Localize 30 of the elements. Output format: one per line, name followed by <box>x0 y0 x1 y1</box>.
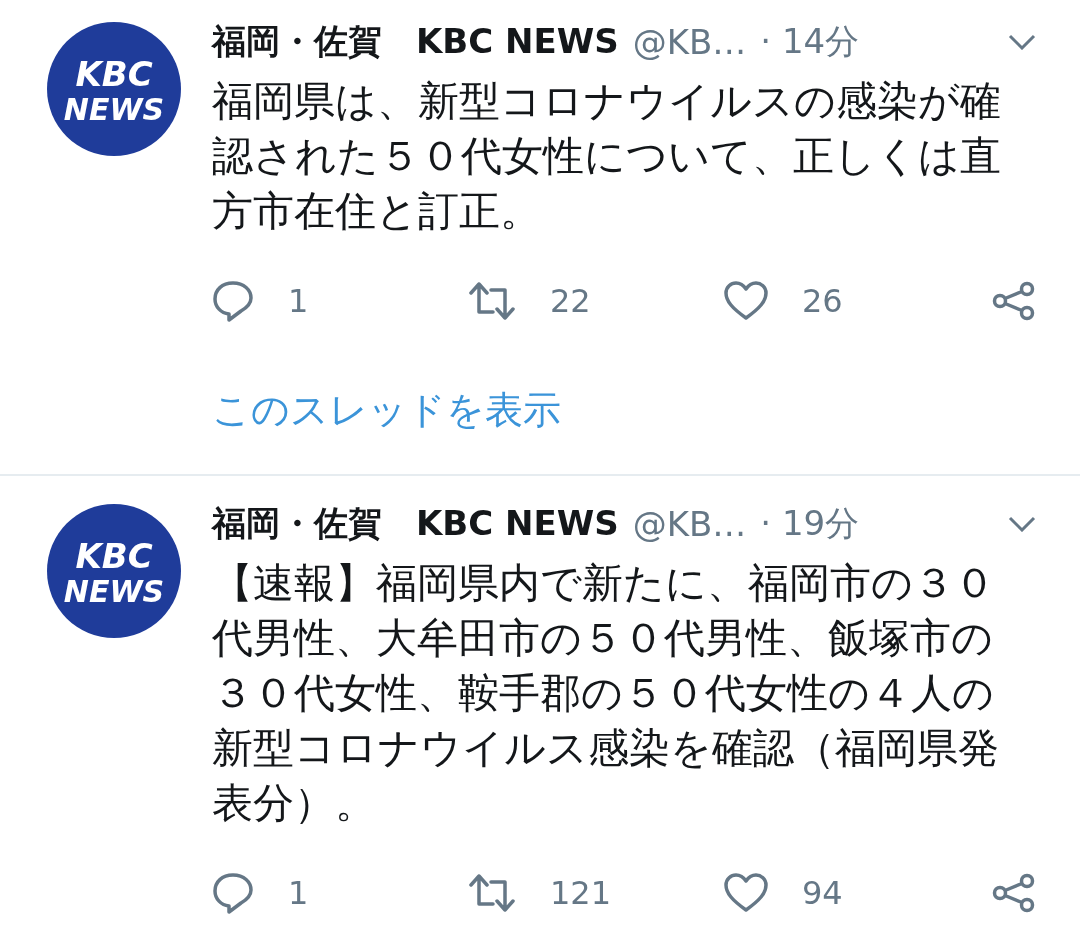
user-handle: @KB… <box>632 504 747 544</box>
retweet-count: 121 <box>550 874 612 912</box>
logo-text: KBC <box>75 539 153 573</box>
user-handle: @KB… <box>632 22 747 62</box>
logo-text: KBC <box>75 57 153 91</box>
like-count: 26 <box>802 282 843 320</box>
display-name[interactable]: 福岡・佐賀 KBC NEWS <box>212 19 619 65</box>
logo-text: NEWS <box>63 577 165 607</box>
tweet-text: 【速報】福岡県内で新たに、福岡市の３０代男性、大牟田市の５０代男性、飯塚市の３０代女性、鞍手郡の５０代女性の４人の新型コロナウイルス感染を確認（福岡県発表分）。 <box>212 558 1000 829</box>
caret-icon[interactable] <box>1008 516 1036 532</box>
reply-count: 1 <box>288 282 309 320</box>
share-icon[interactable] <box>992 281 1036 321</box>
like-count: 94 <box>802 874 843 912</box>
reply-icon[interactable] <box>212 280 254 322</box>
reply-count: 1 <box>288 874 309 912</box>
caret-icon[interactable] <box>1008 34 1036 50</box>
tweet-text: 福岡県は、新型コロナウイルスの感染が確認された５０代女性について、正しくは直方市在住と訂正。 <box>212 76 1002 237</box>
heart-icon[interactable] <box>724 281 768 321</box>
retweet-count: 22 <box>550 282 591 320</box>
retweet-icon[interactable] <box>468 281 516 321</box>
display-name[interactable]: 福岡・佐賀 KBC NEWS <box>212 501 619 547</box>
reply-icon[interactable] <box>212 872 254 914</box>
logo-text: NEWS <box>63 95 165 125</box>
timestamp: · 14分 <box>760 20 860 63</box>
share-icon[interactable] <box>992 873 1036 913</box>
timestamp: · 19分 <box>760 502 860 545</box>
avatar-logo[interactable]: KBC NEWS <box>47 22 181 156</box>
heart-icon[interactable] <box>724 873 768 913</box>
retweet-icon[interactable] <box>468 873 516 913</box>
avatar-logo[interactable]: KBC NEWS <box>47 504 181 638</box>
